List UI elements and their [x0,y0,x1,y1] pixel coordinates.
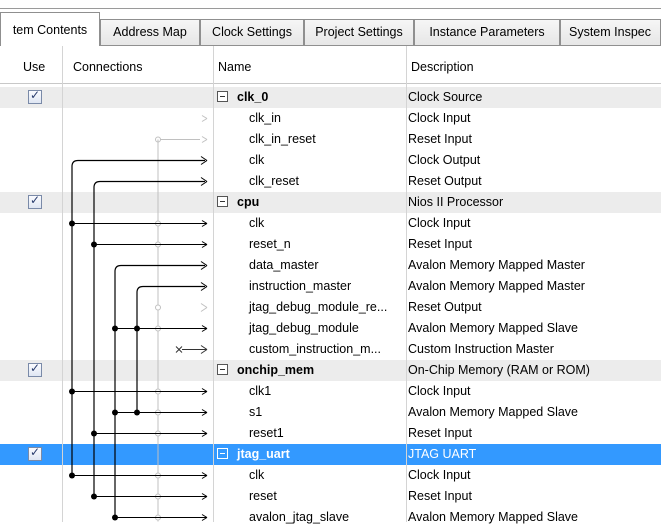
connection-bus [93,180,205,497]
connections-graph[interactable] [0,46,214,522]
tab-project-settings[interactable]: Project Settings [304,19,414,46]
description-cell: Clock Source [408,90,483,104]
description-cell: Clock Input [408,384,471,398]
interface-name: instruction_master [249,279,352,293]
connection-node-open [155,304,161,311]
description-cell: Reset Output [408,300,482,314]
component-name: clk_0 [237,90,269,104]
description-cell: Clock Input [408,216,471,230]
interface-name: clk [249,468,265,482]
connection-node [69,472,75,479]
component-name: onchip_mem [237,363,315,377]
column-header-name[interactable]: Name [214,46,406,84]
interface-name: clk_in_reset [249,132,316,146]
wire-sink [115,514,208,521]
wire-sink [72,472,208,479]
connection-node [69,220,75,227]
component-name: jtag_uart [237,447,290,461]
description-cell: Avalon Memory Mapped Master [408,279,585,293]
description-cell: Reset Input [408,426,472,440]
connection-node [134,409,140,416]
wire-sink [94,430,208,437]
description-cell: Reset Input [408,132,472,146]
tab-instance-parameters[interactable]: Instance Parameters [414,19,560,46]
interface-name: reset_n [249,237,291,251]
connection-node [112,409,118,416]
source-arrow-icon [200,303,208,312]
interface-name: custom_instruction_m... [249,342,381,356]
connection-node [112,325,118,332]
description-cell: Clock Output [408,153,481,167]
description-cell: Custom Instruction Master [408,342,554,356]
description-cell: Reset Output [408,174,482,188]
source-arrow-icon [182,345,208,354]
description-cell: Avalon Memory Mapped Master [408,258,585,272]
description-cell: Clock Input [408,111,471,125]
interface-name: clk1 [249,384,272,398]
description-cell: Nios II Processor [408,195,504,209]
tab-bar-top-border [0,8,661,9]
tab-address-map[interactable]: Address Map [100,19,200,46]
wire-sink [72,388,208,395]
interface-name: clk [249,153,265,167]
connection-node [69,388,75,395]
description-cell: Avalon Memory Mapped Slave [408,510,578,524]
tab-bar: tem Contents Address Map Clock Settings … [0,0,661,46]
description-cell: On-Chip Memory (RAM or ROM) [408,363,590,377]
wire-sink [115,409,208,416]
description-cell: Clock Input [408,468,471,482]
interface-name: reset1 [249,426,284,440]
connection-node [112,514,118,521]
wire-sink [94,241,208,248]
column-divider [406,46,407,522]
tab-clock-settings[interactable]: Clock Settings [200,19,304,46]
connection-node [91,430,97,437]
system-contents-table: Use Connections Name Description clk_0Cl… [0,46,661,524]
description-cell: Avalon Memory Mapped Slave [408,405,578,419]
interface-name: reset [249,489,277,503]
interface-name: jtag_debug_module_re... [249,300,388,314]
interface-name: jtag_debug_module [249,321,359,335]
tab-system-inspector[interactable]: System Inspec [560,19,661,46]
wire-sink [94,493,208,500]
sink-arrow-icon [201,136,208,143]
description-cell: Avalon Memory Mapped Slave [408,321,578,335]
interface-name: clk_in [249,111,281,125]
column-header-description[interactable]: Description [407,46,661,84]
component-name: cpu [237,195,260,209]
connection-node [134,325,140,332]
tab-system-contents[interactable]: tem Contents [0,12,100,46]
wire-sink [115,325,208,332]
description-cell: JTAG UART [408,447,477,461]
wire-sink [72,220,208,227]
connection-node [91,241,97,248]
unconnected-x-icon [175,346,183,353]
connection-bus [71,159,205,476]
interface-name: avalon_jtag_slave [249,510,350,524]
interface-name: clk [249,216,265,230]
interface-name: data_master [249,258,319,272]
interface-name: s1 [249,405,263,419]
description-cell: Reset Input [408,489,472,503]
interface-name: clk_reset [249,174,300,188]
sink-arrow-icon [201,115,208,122]
connection-node [91,493,97,500]
description-cell: Reset Input [408,237,472,251]
